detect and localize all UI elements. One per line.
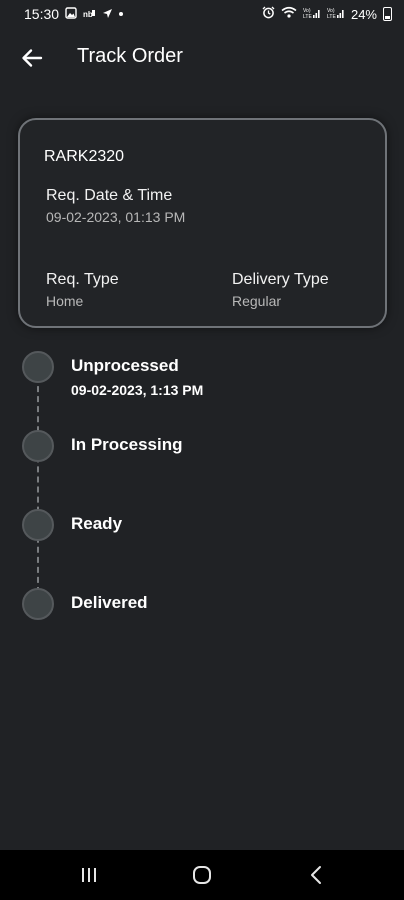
- navigation-icon: [102, 6, 113, 22]
- timeline-label: In Processing: [71, 435, 183, 454]
- timeline-step-delivered: Delivered: [22, 587, 382, 627]
- timeline-label: Delivered: [71, 593, 148, 612]
- req-datetime-value: 09-02-2023, 01:13 PM: [46, 209, 186, 225]
- timeline-step-ready: Ready: [22, 508, 382, 548]
- delivery-type-label: Delivery Type: [232, 271, 329, 288]
- back-icon: [311, 866, 321, 884]
- status-bar: 15:30 nb Vo) LTE Vo) LTE 24%: [0, 0, 404, 28]
- timeline-date: 09-02-2023, 1:13 PM: [71, 382, 204, 398]
- status-left: 15:30 nb: [24, 6, 124, 22]
- image-icon: [65, 6, 77, 22]
- system-nav-bar: [0, 850, 404, 900]
- nfc-icon: nb: [83, 6, 96, 22]
- req-type-value: Home: [46, 293, 84, 309]
- signal-icon: Vo) LTE: [303, 7, 321, 22]
- battery-percent: 24%: [350, 6, 377, 22]
- timeline-node: [22, 509, 54, 541]
- timeline-label: Ready: [71, 514, 123, 533]
- order-timeline: Unprocessed 09-02-2023, 1:13 PM In Proce…: [0, 350, 404, 620]
- page-title: Track Order: [77, 45, 183, 67]
- dot-icon: [119, 12, 124, 16]
- timeline-step-in-processing: In Processing: [22, 429, 382, 469]
- alarm-icon: [262, 6, 275, 22]
- timeline-label: Unprocessed: [71, 356, 179, 375]
- svg-text:LTE: LTE: [327, 14, 336, 19]
- svg-text:nb: nb: [83, 10, 93, 19]
- req-datetime-label: Req. Date & Time: [46, 187, 173, 204]
- nav-back-button[interactable]: [296, 862, 336, 888]
- req-type-label: Req. Type: [46, 271, 119, 288]
- home-icon: [193, 866, 211, 884]
- order-id: RARK2320: [44, 148, 125, 165]
- home-button[interactable]: [182, 862, 222, 888]
- recent-apps-icon: [82, 868, 96, 882]
- app-bar: Track Order: [0, 38, 404, 76]
- timeline-connector: [37, 366, 39, 603]
- status-time: 15:30: [24, 6, 60, 22]
- delivery-type-value: Regular: [232, 293, 282, 309]
- wifi-icon: [281, 6, 297, 22]
- timeline-node: [22, 588, 54, 620]
- status-right: Vo) LTE Vo) LTE 24%: [262, 6, 392, 22]
- battery-icon: [383, 7, 392, 21]
- order-card: RARK2320 Req. Date & Time 09-02-2023, 01…: [18, 118, 387, 328]
- signal-icon: Vo) LTE: [327, 7, 345, 22]
- arrow-left-icon: [22, 49, 43, 67]
- timeline-node: [22, 351, 54, 383]
- back-button[interactable]: [18, 44, 46, 72]
- timeline-node: [22, 430, 54, 462]
- timeline-step-unprocessed: Unprocessed 09-02-2023, 1:13 PM: [22, 350, 382, 398]
- recent-apps-button[interactable]: [69, 862, 109, 888]
- svg-text:LTE: LTE: [303, 14, 312, 19]
